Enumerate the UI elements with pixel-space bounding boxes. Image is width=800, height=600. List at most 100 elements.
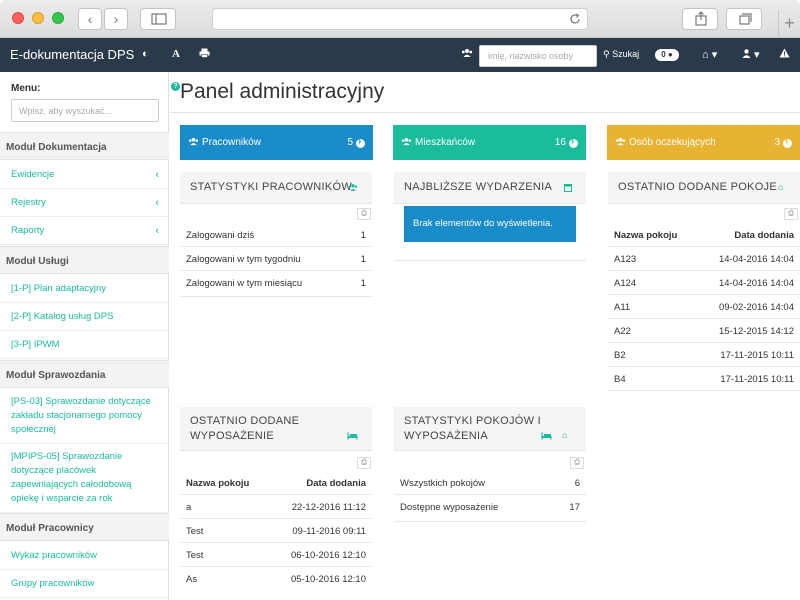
row-divider <box>608 246 800 247</box>
calendar-icon <box>564 183 572 194</box>
arrow-right-icon <box>783 136 792 148</box>
share-icon[interactable] <box>682 8 718 30</box>
address-bar[interactable] <box>212 8 588 30</box>
sidebar-item-katalog-uslug[interactable]: [2-P] Katalog usług DPS <box>0 303 169 331</box>
forward-icon[interactable]: › <box>104 8 128 30</box>
notifications-badge[interactable]: 0 ● <box>655 49 679 61</box>
tile-mieszkancow[interactable]: Mieszkańców 16 <box>393 125 586 160</box>
sidebar-item-rejestry[interactable]: Rejestry ‹ <box>0 189 169 217</box>
table-row: A11 09-02-2016 14:04 <box>614 302 794 313</box>
sidebar-toggle-icon[interactable] <box>140 8 176 30</box>
sidebar-item-ps-03[interactable]: [PS-03] Sprawozdanie dotyczące zakładu s… <box>0 389 169 444</box>
section-dokumentacja: Moduł Dokumentacja <box>0 132 169 160</box>
tile-pracownikow[interactable]: Pracowników 5 <box>180 125 373 160</box>
table-row: B2 17-11-2015 10:11 <box>614 350 794 361</box>
contrast-icon[interactable]: ◐ <box>142 48 149 60</box>
row-divider <box>180 494 372 495</box>
panel-title: OSTATNIO DODANE WYPOSAŻENIE <box>180 407 372 451</box>
stat-row: Dostępne wyposażenie 17 <box>400 502 580 513</box>
row-divider <box>608 342 800 343</box>
search-button[interactable]: ⚲ Szukaj <box>603 49 639 60</box>
row-divider <box>608 318 800 319</box>
sidebar-item-grupy-pracownikow[interactable]: Grupy pracowników <box>0 570 169 598</box>
row-divider <box>608 270 800 271</box>
sidebar-item-ewidencje[interactable]: Ewidencje ‹ <box>0 161 169 189</box>
menu-search-input[interactable] <box>11 99 159 122</box>
app-navbar: E-dokumentacja DPS ◐ A ⚲ Szukaj 0 ● ⌂ ▾ … <box>0 38 800 72</box>
bed-icon <box>347 432 358 442</box>
events-panel: NAJBLIŻSZE WYDARZENIA Brak elementów do … <box>394 172 586 262</box>
font-size-icon[interactable]: A <box>172 48 180 60</box>
zoom-window-icon[interactable] <box>52 12 64 24</box>
brand-title[interactable]: E-dokumentacja DPS <box>10 47 134 62</box>
panel-title: NAJBLIŻSZE WYDARZENIA <box>394 172 586 204</box>
tile-label: Osób oczekujących <box>629 137 716 148</box>
panel-title: STATYSTYKI POKOJÓW I WYPOSAŻENIA <box>394 407 586 451</box>
reload-icon[interactable] <box>569 13 581 25</box>
bed-icon <box>541 432 552 442</box>
users-icon <box>615 137 626 149</box>
row-divider <box>180 270 372 271</box>
stat-row: Zalogowani dziś 1 <box>186 230 366 241</box>
warning-icon[interactable] <box>779 48 790 61</box>
section-sprawozdania: Moduł Sprawozdania <box>0 360 169 388</box>
new-tab-icon[interactable]: + <box>778 10 800 38</box>
users-icon <box>188 137 199 149</box>
minimize-window-icon[interactable] <box>32 12 44 24</box>
table-row: A123 14-04-2016 14:04 <box>614 254 794 265</box>
back-icon[interactable]: ‹ <box>78 8 102 30</box>
person-search-input[interactable] <box>479 45 597 67</box>
user-menu-icon[interactable]: ▾ <box>742 48 760 61</box>
sidebar-item-mpips-05[interactable]: [MPIPS-05] Sprawozdanie dotyczące placów… <box>0 444 169 513</box>
bell-icon: ● <box>667 50 673 59</box>
room-stats-panel: STATYSTYKI POKOJÓW I WYPOSAŻENIA ⌂ ⎙ Wsz… <box>394 407 586 523</box>
home-icon: ⌂ <box>562 430 568 440</box>
sidebar: Menu: Moduł Dokumentacja Ewidencje‹ Reje… <box>0 72 169 600</box>
chevron-left-icon: ‹ <box>155 168 159 181</box>
row-divider <box>394 521 586 522</box>
title-divider <box>170 112 800 113</box>
table-row: Test 06-10-2016 12:10 <box>186 550 366 561</box>
stat-row: Zalogowani w tym tygodniu 1 <box>186 254 366 265</box>
row-divider <box>180 518 372 519</box>
row-divider <box>394 260 586 261</box>
print-icon[interactable]: ⎙ <box>784 208 798 220</box>
staff-stats-panel: STATYSTYKI PRACOWNIKÓW ⎙ Zalogowani dziś… <box>180 172 372 298</box>
panel-title: STATYSTYKI PRACOWNIKÓW <box>180 172 372 204</box>
users-icon <box>401 137 412 149</box>
tile-count: 3 <box>774 137 780 148</box>
recent-equipment-panel: OSTATNIO DODANE WYPOSAŻENIE ⎙ Nazwa poko… <box>180 407 372 600</box>
tile-oczekujacych[interactable]: Osób oczekujących 3 <box>607 125 800 160</box>
section-uslugi: Moduł Usługi <box>0 246 169 274</box>
users-icon <box>461 48 473 61</box>
close-window-icon[interactable] <box>12 12 24 24</box>
print-icon[interactable]: ⎙ <box>357 208 371 220</box>
row-divider <box>394 494 586 495</box>
table-header: Nazwa pokoju Data dodania <box>186 478 366 489</box>
section-pracownicy: Moduł Pracownicy <box>0 513 169 541</box>
print-icon[interactable]: ⎙ <box>570 457 584 469</box>
table-row: B4 17-11-2015 10:11 <box>614 374 794 385</box>
arrow-right-icon <box>356 136 365 148</box>
tabs-icon[interactable] <box>726 8 762 30</box>
row-divider <box>180 296 372 297</box>
row-divider <box>180 566 372 567</box>
users-icon <box>348 183 358 194</box>
sidebar-item-raporty[interactable]: Raporty ‹ <box>0 217 169 245</box>
arrow-right-icon <box>569 136 578 148</box>
print-icon[interactable]: ⎙ <box>357 457 371 469</box>
panel-title: OSTATNIO DODANE POKOJE <box>608 172 800 204</box>
chevron-left-icon: ‹ <box>155 224 159 237</box>
print-icon[interactable] <box>199 48 210 61</box>
table-row: a 22-12-2016 11:12 <box>186 502 366 513</box>
sidebar-item-plan-adaptacyjny[interactable]: [1-P] Plan adaptacyjny <box>0 275 169 303</box>
sidebar-item-ipwm[interactable]: [3-P] IPWM <box>0 331 169 359</box>
home-menu-icon[interactable]: ⌂ ▾ <box>702 48 717 61</box>
table-row: Test 09-11-2016 09:11 <box>186 526 366 537</box>
row-divider <box>608 366 800 367</box>
table-row: A22 15-12-2015 14:12 <box>614 326 794 337</box>
tile-count: 5 <box>347 137 353 148</box>
home-icon: ⌂ <box>778 182 784 192</box>
help-icon[interactable]: ? <box>171 82 180 91</box>
sidebar-item-wykaz-pracownikow[interactable]: Wykaz pracowników <box>0 542 169 570</box>
